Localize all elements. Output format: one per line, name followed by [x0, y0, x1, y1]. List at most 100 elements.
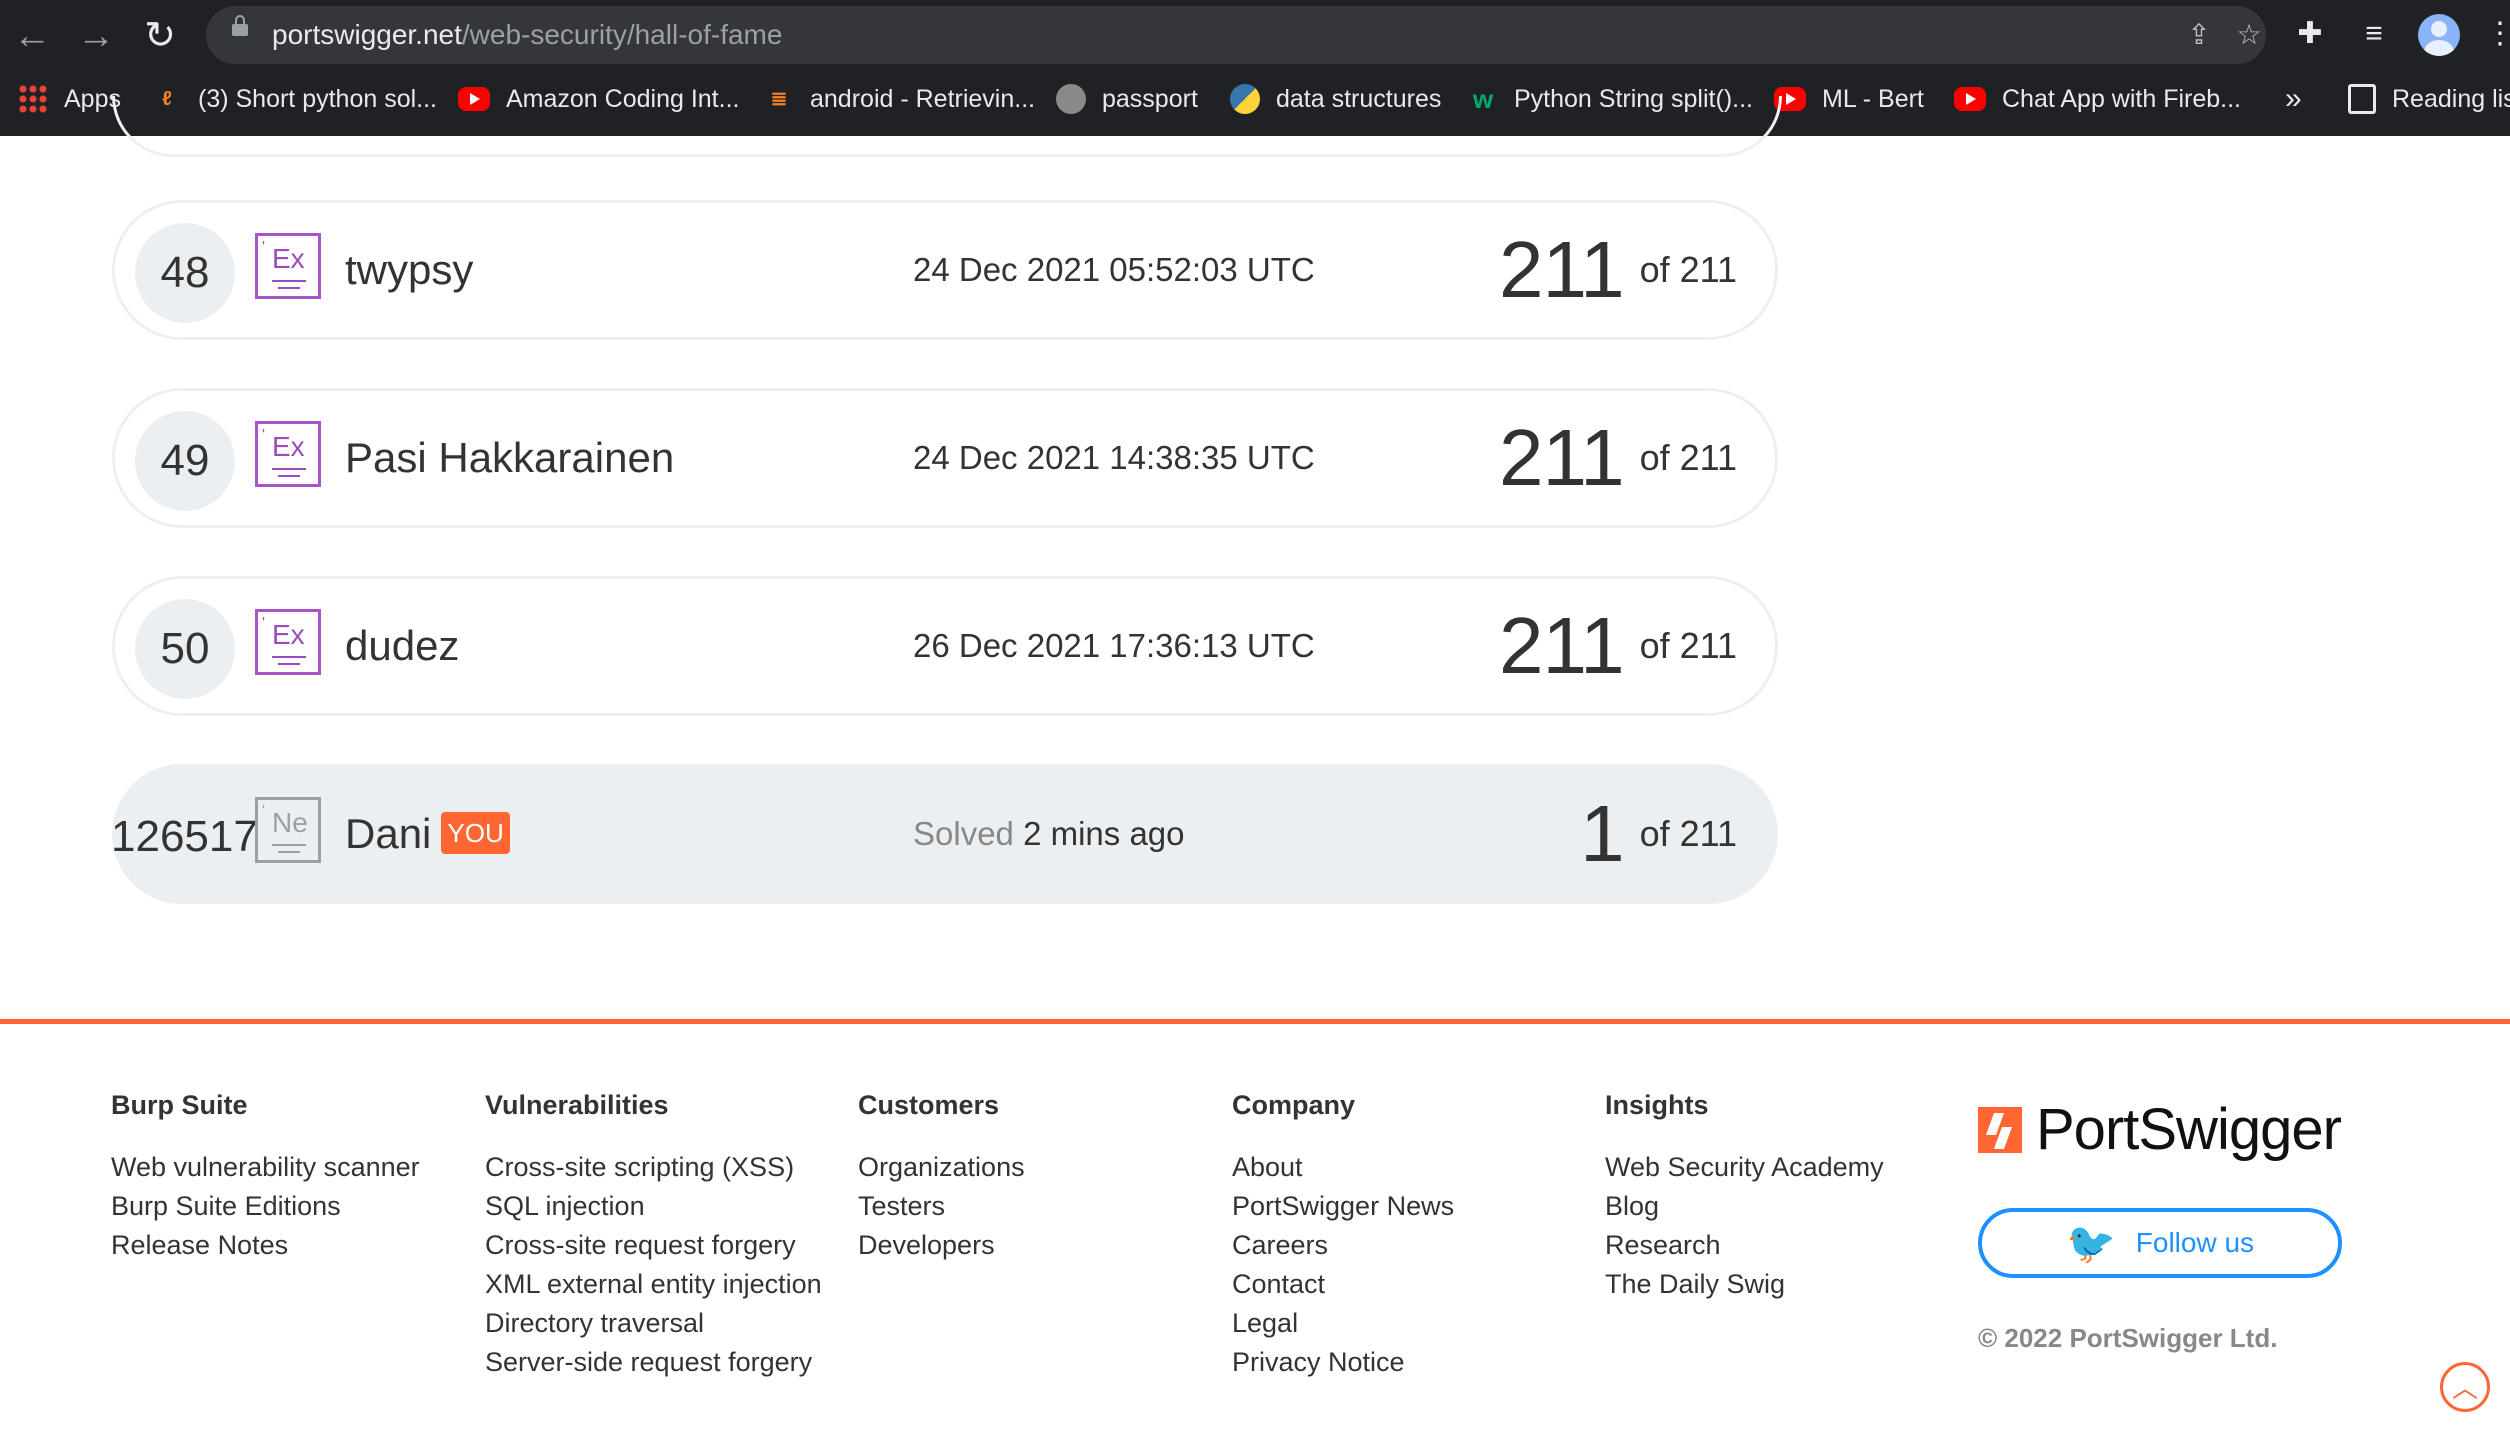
footer-link[interactable]: Careers [1232, 1226, 1454, 1265]
username: Pasi Hakkarainen [345, 434, 675, 481]
leaderboard-row: 49 ' Ex Pasi Hakkarainen 24 Dec 2021 14:3… [112, 388, 1778, 528]
badge-abbr: Ex [272, 243, 305, 274]
footer-link[interactable]: Cross-site scripting (XSS) [485, 1148, 822, 1187]
footer-heading: Company [1232, 1090, 1356, 1120]
expert-level-badge: ' Ex [255, 609, 321, 675]
score-total: of 211 [1639, 625, 1737, 666]
footer-link[interactable]: The Daily Swig [1605, 1265, 1884, 1304]
scroll-to-top-icon[interactable]: ︿ [2440, 1362, 2490, 1412]
profile-avatar[interactable] [2418, 14, 2460, 56]
footer-column-insights: Insights Web Security Academy Blog Resea… [1605, 1090, 1884, 1304]
footer-divider [0, 1019, 2510, 1024]
leaderboard-row: 48 ' Ex twypsy 24 Dec 2021 05:52:03 UTC 2… [112, 200, 1778, 340]
footer-link[interactable]: Release Notes [111, 1226, 420, 1265]
apps-grid-icon [18, 84, 48, 114]
solved-time-value: 2 mins ago [1023, 815, 1185, 852]
reading-list-button[interactable]: Reading list [2348, 74, 2510, 124]
lock-icon[interactable] [232, 15, 248, 36]
address-bar[interactable]: portswigger.net/web-security/hall-of-fam… [206, 6, 2266, 64]
copyright-text: © 2022 PortSwigger Ltd. [1978, 1323, 2278, 1353]
portswigger-mark-icon [1978, 1106, 2022, 1153]
follow-us-button[interactable]: 🐦 Follow us [1978, 1208, 2342, 1278]
more-bookmarks-chevron-icon[interactable]: » [2285, 74, 2302, 124]
score-total: of 211 [1639, 249, 1737, 290]
completion-date: 24 Dec 2021 14:38:35 UTC [913, 439, 1315, 476]
badge-abbr: Ex [272, 619, 305, 650]
footer-link[interactable]: Web Security Academy [1605, 1148, 1884, 1187]
badge-abbr: Ne [272, 807, 308, 838]
username: dudez [345, 622, 460, 669]
my-score: 1 of 211 [1580, 767, 1737, 901]
score-solved: 211 [1499, 413, 1625, 502]
footer-heading: Insights [1605, 1090, 1709, 1120]
solved-prefix: Solved [913, 815, 1014, 852]
rank-number: 50 [135, 599, 235, 699]
footer-link[interactable]: About [1232, 1148, 1454, 1187]
bookmark-label: ML - Bert [1822, 84, 1924, 113]
bookmark-label: Chat App with Fireb... [2002, 84, 2242, 113]
my-leaderboard-row: 126517 ' Ne Dani YOU Solved 2 mins ago 1 o… [111, 764, 1778, 904]
username: twypsy [345, 246, 474, 293]
score: 211 of 211 [1499, 203, 1737, 337]
my-username: Dani YOU [345, 767, 510, 901]
portswigger-logo[interactable]: PortSwigger [1978, 1096, 2342, 1163]
back-arrow-icon[interactable]: ← [10, 14, 54, 58]
footer-link[interactable]: Burp Suite Editions [111, 1187, 420, 1226]
footer-link[interactable]: Privacy Notice [1232, 1343, 1454, 1382]
bookmark-star-icon[interactable]: ☆ [2232, 18, 2266, 52]
my-username-text: Dani [345, 810, 432, 857]
bookmark-item[interactable]: ML - Bert [1774, 74, 1924, 124]
twitter-bird-icon: 🐦 [2065, 1221, 2116, 1266]
footer-link[interactable]: Web vulnerability scanner [111, 1148, 420, 1187]
footer-link[interactable]: Testers [858, 1187, 1025, 1226]
footer-link[interactable]: Server-side request forgery [485, 1343, 822, 1382]
footer-link[interactable]: PortSwigger News [1232, 1187, 1454, 1226]
footer-heading: Vulnerabilities [485, 1090, 669, 1120]
reading-list-label: Reading list [2392, 84, 2510, 113]
solved-time: Solved 2 mins ago [913, 767, 1185, 901]
follow-us-label: Follow us [2135, 1227, 2255, 1258]
badge-abbr: Ex [272, 431, 305, 462]
footer-link[interactable]: XML external entity injection [485, 1265, 822, 1304]
footer-link[interactable]: Research [1605, 1226, 1884, 1265]
footer-heading: Customers [858, 1090, 1000, 1120]
media-control-icon[interactable]: ≡ [2354, 14, 2394, 54]
menu-kebab-icon[interactable]: ⋮ [2480, 14, 2510, 54]
brand-name: PortSwigger [2036, 1097, 2342, 1162]
score: 211 of 211 [1499, 391, 1737, 525]
footer-link[interactable]: Developers [858, 1226, 1025, 1265]
footer-link[interactable]: Legal [1232, 1304, 1454, 1343]
footer-link[interactable]: SQL injection [485, 1187, 822, 1226]
rank-number: 49 [135, 411, 235, 511]
my-rank-number: 126517 [111, 812, 258, 861]
completion-date: 24 Dec 2021 05:52:03 UTC [913, 251, 1315, 288]
extensions-icon[interactable]: ✚ [2290, 14, 2330, 54]
footer-link[interactable]: Blog [1605, 1187, 1884, 1226]
leaderboard-row-partial [112, 96, 1782, 157]
footer-column-customers: Customers Organizations Testers Develope… [858, 1090, 1025, 1265]
forward-arrow-icon[interactable]: → [74, 14, 118, 58]
footer-column-company: Company About PortSwigger News Careers C… [1232, 1090, 1454, 1382]
score: 211 of 211 [1499, 579, 1737, 713]
score-total: of 211 [1639, 813, 1737, 854]
completion-date: 26 Dec 2021 17:36:13 UTC [913, 627, 1315, 664]
url-text[interactable]: portswigger.net/web-security/hall-of-fam… [272, 19, 782, 51]
score-solved: 1 [1580, 789, 1624, 878]
footer-link[interactable]: Organizations [858, 1148, 1025, 1187]
score-solved: 211 [1499, 601, 1625, 690]
footer-column-vulnerabilities: Vulnerabilities Cross-site scripting (XS… [485, 1090, 822, 1382]
leaderboard-row: 50 ' Ex dudez 26 Dec 2021 17:36:13 UTC 21… [112, 576, 1778, 716]
footer-link[interactable]: Directory traversal [485, 1304, 822, 1343]
footer-heading: Burp Suite [111, 1090, 248, 1120]
reload-icon[interactable]: ↻ [138, 14, 182, 58]
bookmark-item[interactable]: Chat App with Fireb... [1954, 74, 2241, 124]
youtube-icon [1954, 87, 1986, 111]
score-solved: 211 [1499, 225, 1625, 314]
share-icon[interactable]: ⇪ [2182, 18, 2216, 52]
expert-level-badge: ' Ex [255, 421, 321, 487]
rank-number: 48 [135, 223, 235, 323]
you-badge: YOU [441, 811, 510, 854]
bookmark-apps[interactable]: Apps [18, 74, 121, 124]
footer-link[interactable]: Contact [1232, 1265, 1454, 1304]
footer-link[interactable]: Cross-site request forgery [485, 1226, 822, 1265]
